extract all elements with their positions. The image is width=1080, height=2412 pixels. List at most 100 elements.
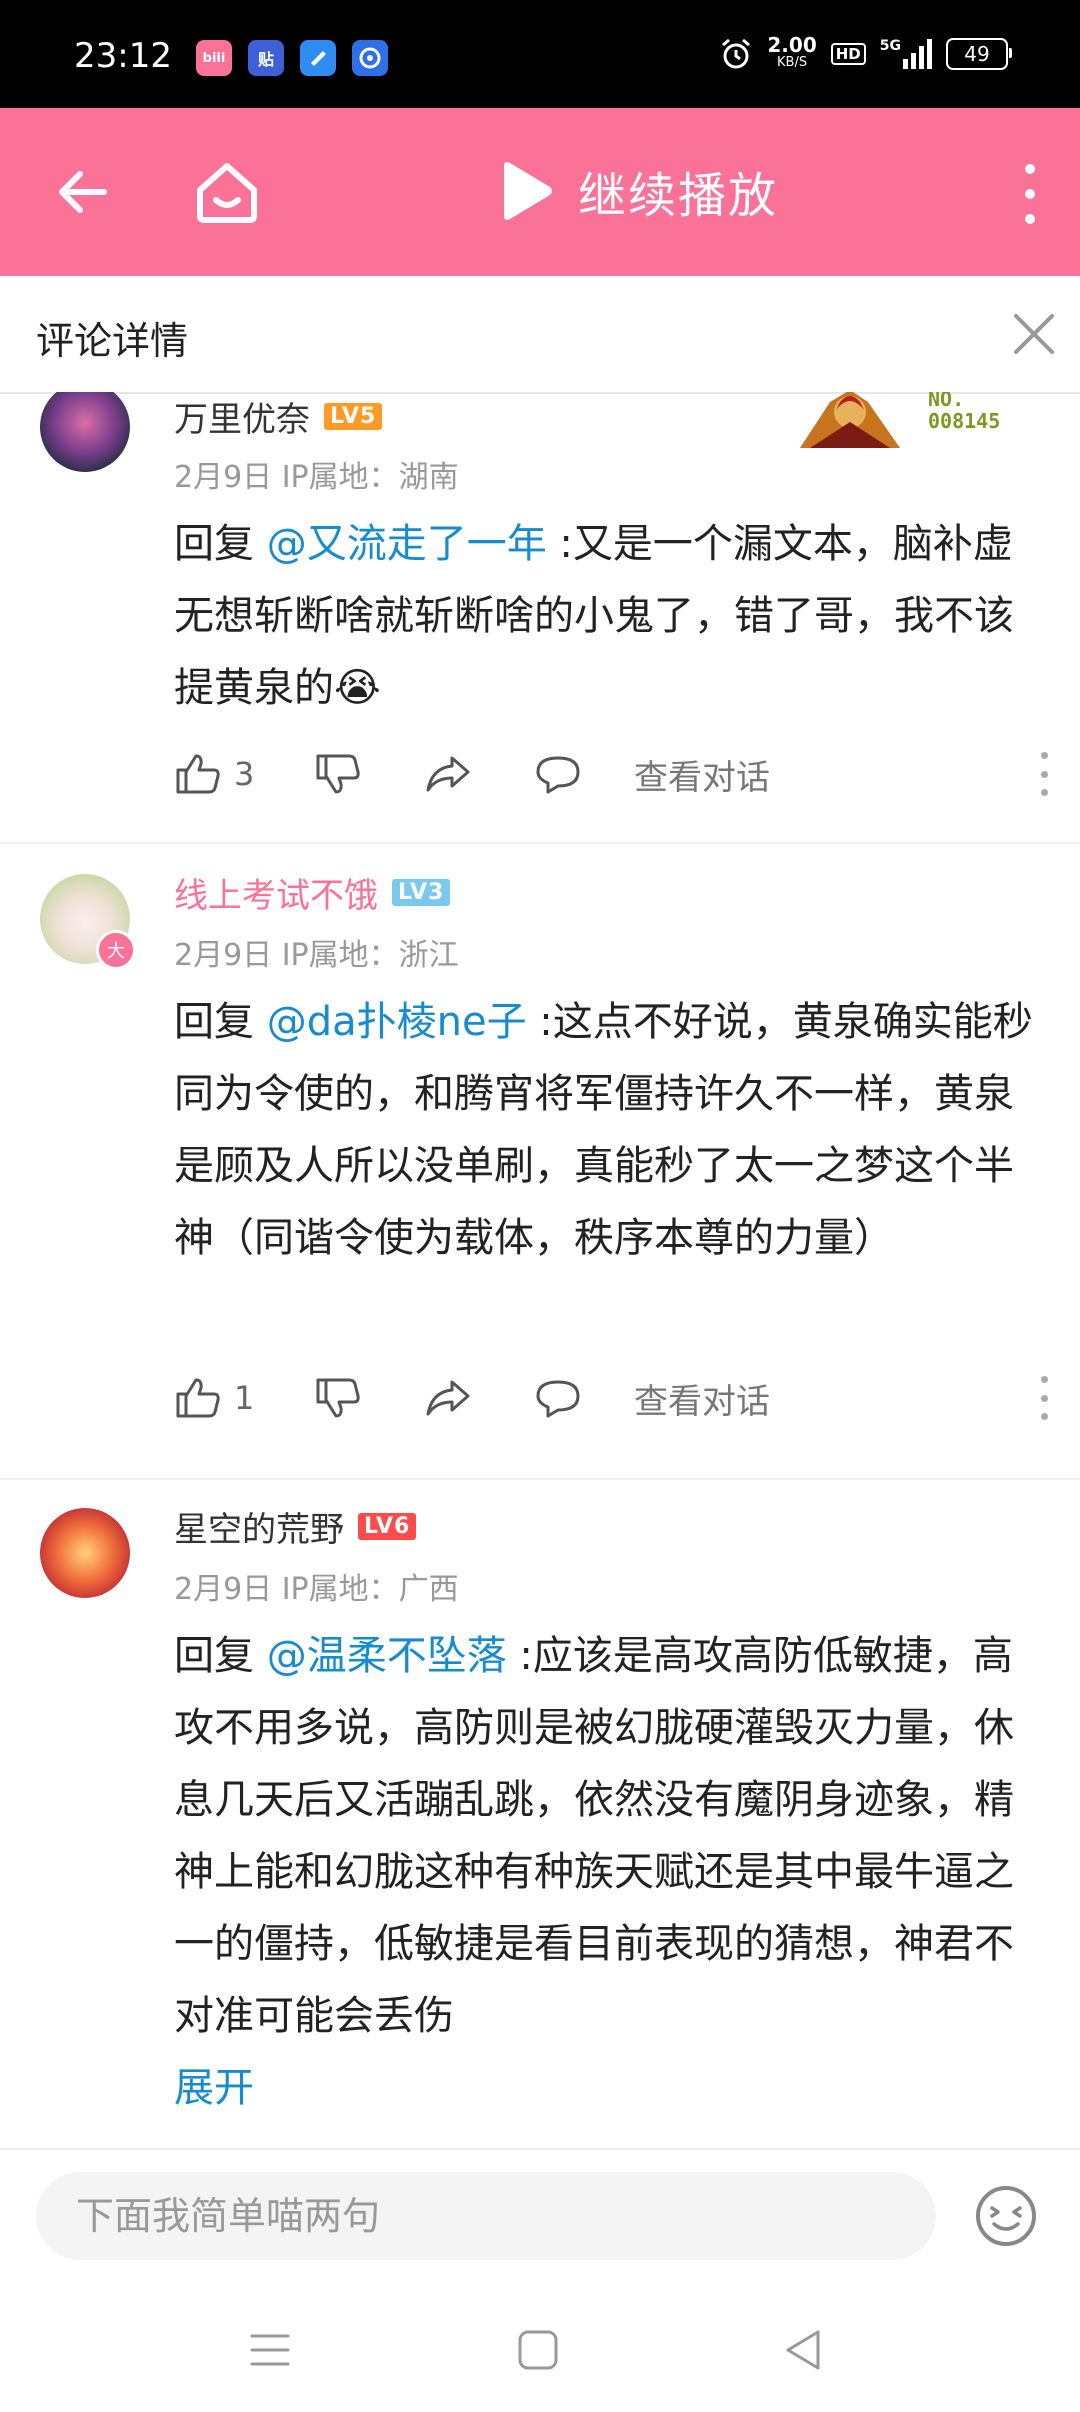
more-vertical-icon [1040, 1376, 1048, 1383]
status-time: 23:12 [74, 36, 172, 76]
dislike-button[interactable] [314, 750, 424, 798]
browser-app-icon [352, 40, 388, 76]
comment-item: 万里优奈 LV5 NO. 008145 2月9日 IP属地：湖南 回复 @又流走… [0, 392, 1080, 844]
reply-button[interactable] [534, 750, 634, 798]
comment-more-button[interactable] [1034, 752, 1054, 796]
arrow-left-icon [59, 171, 107, 213]
mention-link[interactable]: @温柔不坠落 [267, 1633, 507, 1679]
view-dialog-link[interactable]: 查看对话 [634, 1374, 770, 1423]
fan-badge-label: NO. [928, 392, 965, 411]
status-bar: 23:12 bili 贴 2.00 KB/S HD 5G 49 [0, 0, 1080, 108]
comment-detail-header: 评论详情 [0, 276, 1080, 394]
like-count: 3 [234, 755, 255, 793]
comment-meta: 2月9日 IP属地：浙江 [174, 938, 459, 973]
square-icon [518, 2330, 558, 2370]
like-count: 1 [234, 1379, 255, 1417]
comment-meta: 2月9日 IP属地：广西 [174, 1572, 459, 1607]
reply-bar [0, 2148, 1080, 2286]
comment-bubble-icon [536, 756, 580, 794]
menu-lines-icon [250, 2334, 290, 2366]
fan-badge-number: NO. 008145 [928, 392, 1000, 432]
continue-play-button[interactable]: 继续播放 [498, 156, 778, 226]
docs-app-icon [300, 40, 336, 76]
signal-indicator: 5G [880, 39, 932, 69]
comment-text: 回复 @又流走了一年 :又是一个漏文本，脑补虚无想斩断啥就斩断啥的小鬼了，错了哥… [174, 508, 1034, 724]
reply-prefix: 回复 [174, 1633, 267, 1679]
fan-badge-image [800, 392, 900, 448]
comment-author[interactable]: 星空的荒野 LV6 [174, 1502, 417, 1551]
view-dialog-link[interactable]: 查看对话 [634, 750, 770, 799]
tieba-app-icon: 贴 [248, 40, 284, 76]
network-type: 5G [879, 38, 901, 54]
more-options-button[interactable] [1010, 164, 1050, 224]
share-icon [426, 1380, 470, 1416]
comment-item: 星空的荒野 LV6 2月9日 IP属地：广西 回复 @温柔不坠落 :应该是高攻高… [0, 1478, 1080, 2148]
share-button[interactable] [424, 1374, 534, 1422]
comment-actions: 1 查看对话 [174, 1368, 1054, 1428]
battery-icon: 49 [946, 38, 1012, 70]
triangle-back-icon [786, 2330, 820, 2370]
avatar-vip-badge: 大 [96, 930, 136, 970]
mention-link[interactable]: @又流走了一年 [267, 521, 547, 567]
close-icon [1014, 314, 1054, 354]
author-name[interactable]: 线上考试不饿 [174, 868, 378, 917]
emoji-face-icon [976, 2186, 1036, 2246]
more-vertical-icon [1040, 752, 1048, 759]
thumbs-down-icon [316, 1378, 360, 1418]
avatar[interactable] [40, 1508, 130, 1598]
level-badge: LV6 [358, 1513, 417, 1540]
comment-text: 回复 @da扑棱ne子 :这点不好说，黄泉确实能秒同为令使的，和腾宵将军僵持许久… [174, 986, 1034, 1274]
comment-list[interactable]: 万里优奈 LV5 NO. 008145 2月9日 IP属地：湖南 回复 @又流走… [0, 392, 1080, 2148]
recent-apps-button[interactable] [246, 2326, 294, 2374]
battery-level: 49 [964, 42, 990, 66]
thumbs-up-icon [176, 754, 220, 794]
fan-badge[interactable]: NO. 008145 [790, 392, 1040, 454]
like-button[interactable]: 1 [174, 1374, 314, 1422]
comment-body: :应该是高攻高防低敏捷，高攻不用多说，高防则是被幻胧硬灌毁灭力量，休息几天后又活… [174, 1633, 1014, 2039]
status-indicators: 2.00 KB/S HD 5G 49 [719, 33, 1012, 72]
comment-bubble-icon [536, 1380, 580, 1418]
reply-prefix: 回复 [174, 999, 267, 1045]
home-system-button[interactable] [514, 2326, 562, 2374]
mention-link[interactable]: @da扑棱ne子 [267, 999, 527, 1045]
reply-prefix: 回复 [174, 521, 267, 567]
like-button[interactable]: 3 [174, 750, 314, 798]
level-badge: LV3 [392, 879, 451, 906]
author-name[interactable]: 星空的荒野 [174, 1502, 344, 1551]
bilibili-app-icon: bili [196, 40, 232, 76]
thumbs-down-icon [316, 754, 360, 794]
network-speed: 2.00 KB/S [767, 33, 817, 72]
system-nav-bar [0, 2284, 1080, 2412]
share-icon [426, 756, 470, 792]
avatar[interactable] [40, 392, 130, 472]
comment-author[interactable]: 万里优奈 LV5 [174, 392, 383, 441]
home-button[interactable] [192, 156, 262, 226]
more-vertical-icon [1025, 164, 1035, 174]
close-button[interactable] [1010, 310, 1058, 358]
reply-input[interactable] [36, 2172, 936, 2260]
net-speed-unit: KB/S [777, 55, 808, 70]
share-button[interactable] [424, 750, 534, 798]
back-button[interactable] [52, 160, 116, 224]
fan-badge-value: 008145 [928, 409, 1001, 433]
page-title: 评论详情 [36, 319, 189, 363]
back-system-button[interactable] [780, 2326, 828, 2374]
crying-emoji-icon: 😭 [334, 665, 381, 711]
continue-play-label: 继续播放 [578, 168, 779, 224]
comment-text: 回复 @温柔不坠落 :应该是高攻高防低敏捷，高攻不用多说，高防则是被幻胧硬灌毁灭… [174, 1620, 1034, 2124]
reply-button[interactable] [534, 1374, 634, 1422]
dislike-button[interactable] [314, 1374, 424, 1422]
comment-meta: 2月9日 IP属地：湖南 [174, 460, 459, 495]
level-badge: LV5 [324, 403, 383, 430]
author-name[interactable]: 万里优奈 [174, 392, 310, 441]
emoji-button[interactable] [974, 2184, 1038, 2248]
expand-link[interactable]: 展开 [174, 2052, 1034, 2124]
hd-badge: HD [830, 43, 866, 65]
comment-author[interactable]: 线上考试不饿 LV3 [174, 868, 451, 917]
avatar[interactable]: 大 [40, 874, 136, 970]
net-speed-value: 2.00 [767, 33, 817, 57]
top-nav-bar: 继续播放 [0, 108, 1080, 276]
play-icon [504, 162, 552, 220]
home-icon [197, 163, 257, 223]
comment-more-button[interactable] [1034, 1376, 1054, 1420]
